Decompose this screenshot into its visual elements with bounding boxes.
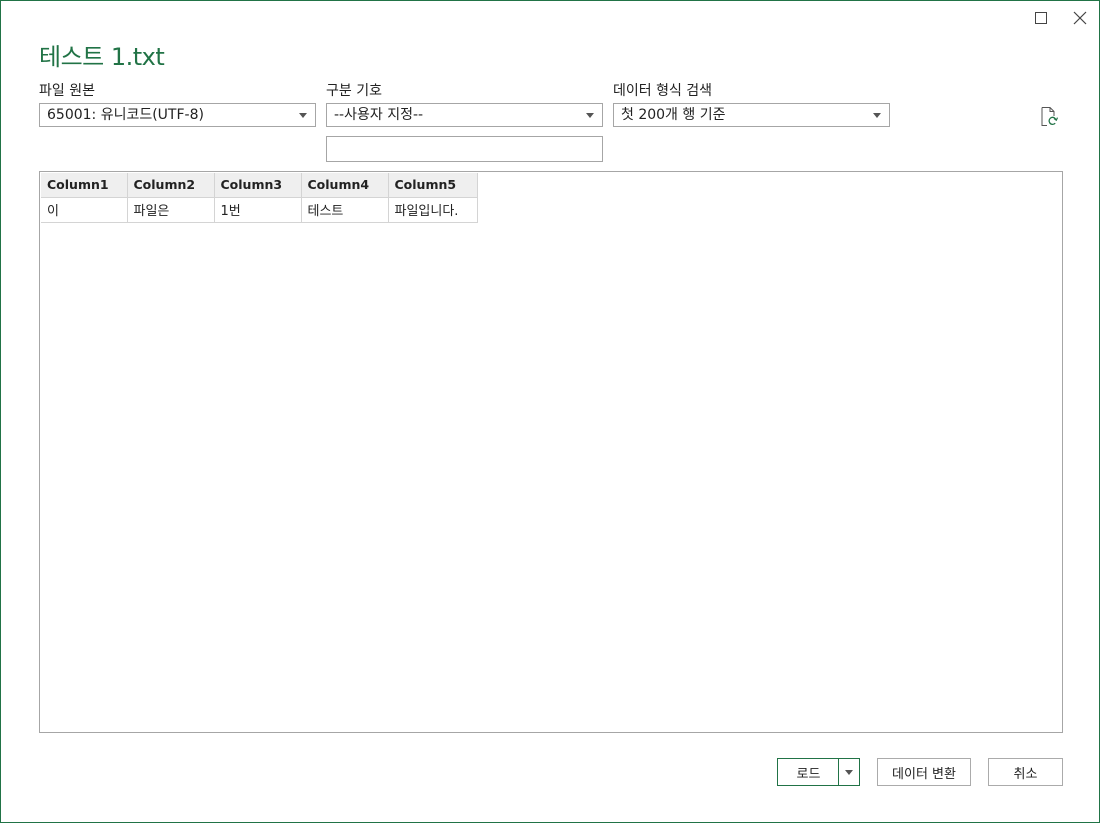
close-icon [1073,11,1087,25]
load-button[interactable]: 로드 [777,758,839,786]
refresh-preview-button[interactable] [1039,106,1059,128]
dialog-title: 테스트 1.txt [39,43,165,71]
delimiter-value: --사용자 지정-- [334,107,424,123]
import-dialog: 테스트 1.txt 파일 원본 65001: 유니코드(UTF-8) 구분 기호… [0,0,1100,823]
data-preview: Column1 Column2 Column3 Column4 Column5 … [39,171,1063,733]
table-cell: 테스트 [301,197,389,223]
header-row: Column1 Column2 Column3 Column4 Column5 [41,173,478,198]
table-cell: 1번 [214,197,302,223]
column-header[interactable]: Column3 [214,173,302,198]
data-type-detection-label: 데이터 형식 검색 [613,83,713,99]
transform-data-label: 데이터 변환 [892,766,956,782]
chevron-down-icon [845,769,853,775]
chevron-down-icon [873,113,881,118]
refresh-file-icon [1041,107,1059,126]
table-cell: 이 [41,197,128,223]
file-origin-label: 파일 원본 [39,83,95,99]
cancel-button-label: 취소 [1013,766,1038,782]
load-button-label: 로드 [796,766,821,782]
preview-table: Column1 Column2 Column3 Column4 Column5 … [41,173,478,223]
load-options-button[interactable] [838,758,860,786]
data-type-detection-value: 첫 200개 행 기준 [621,107,726,123]
transform-data-button[interactable]: 데이터 변환 [877,758,971,786]
chevron-down-icon [586,113,594,118]
table-cell: 파일은 [127,197,215,223]
file-origin-select[interactable]: 65001: 유니코드(UTF-8) [39,103,316,127]
close-button[interactable] [1068,7,1092,29]
delimiter-select[interactable]: --사용자 지정-- [326,103,603,127]
column-header[interactable]: Column2 [127,173,215,198]
column-header[interactable]: Column5 [388,173,478,198]
table-row: 이 파일은 1번 테스트 파일입니다. [41,197,478,223]
cancel-button[interactable]: 취소 [988,758,1063,786]
column-header[interactable]: Column1 [41,173,128,198]
column-header[interactable]: Column4 [301,173,389,198]
table-cell: 파일입니다. [388,197,478,223]
data-type-detection-select[interactable]: 첫 200개 행 기준 [613,103,890,127]
file-origin-value: 65001: 유니코드(UTF-8) [47,107,204,123]
maximize-button[interactable] [1029,7,1053,29]
custom-delimiter-input[interactable] [326,136,603,162]
delimiter-label: 구분 기호 [326,83,382,99]
maximize-icon [1035,12,1047,24]
chevron-down-icon [299,113,307,118]
